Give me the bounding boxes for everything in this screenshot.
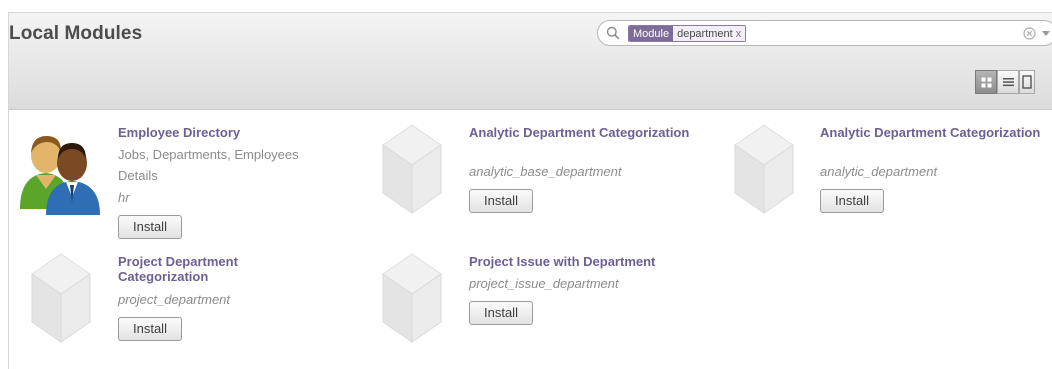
module-name[interactable]: Project Department Categorization bbox=[118, 254, 318, 284]
facet-value-wrap: department x bbox=[673, 26, 746, 41]
facet-value: department bbox=[677, 28, 733, 40]
control-panel: Local Modules Module department x bbox=[9, 13, 1052, 110]
kanban-icon bbox=[981, 77, 991, 87]
facet-remove-button[interactable]: x bbox=[736, 28, 742, 40]
install-button[interactable]: Install bbox=[469, 301, 533, 325]
module-name[interactable]: Analytic Department Categorization bbox=[469, 125, 699, 140]
search-box[interactable]: Module department x bbox=[597, 20, 1052, 46]
search-facet[interactable]: Module department x bbox=[628, 25, 747, 42]
clear-search-icon[interactable] bbox=[1023, 27, 1036, 40]
search-icon bbox=[606, 26, 620, 40]
form-icon bbox=[1022, 75, 1032, 89]
page-title: Local Modules bbox=[9, 23, 143, 44]
module-name[interactable]: Employee Directory bbox=[118, 125, 348, 140]
facet-category: Module bbox=[629, 26, 674, 41]
module-technical-name: project_department bbox=[118, 292, 231, 307]
module-technical-name: hr bbox=[118, 190, 130, 205]
search-dropdown-icon[interactable] bbox=[1042, 31, 1050, 36]
module-technical-name: analytic_base_department bbox=[469, 164, 622, 179]
install-button[interactable]: Install bbox=[118, 215, 182, 239]
employees-icon bbox=[20, 135, 100, 215]
module-name[interactable]: Project Issue with Department bbox=[469, 254, 699, 269]
module-technical-name: analytic_department bbox=[820, 164, 938, 179]
window: Local Modules Module department x Employ… bbox=[0, 0, 1052, 369]
list-view-button[interactable] bbox=[997, 70, 1019, 94]
kanban-view-button[interactable] bbox=[975, 70, 997, 94]
module-name[interactable]: Analytic Department Categorization bbox=[820, 125, 1050, 140]
module-summary: Jobs, Departments, Employees Details bbox=[118, 147, 299, 183]
module-cube-icon bbox=[31, 253, 91, 343]
install-button[interactable]: Install bbox=[469, 189, 533, 213]
list-icon bbox=[1002, 78, 1014, 87]
form-view-button[interactable] bbox=[1019, 70, 1035, 94]
module-cube-icon bbox=[734, 124, 794, 214]
view-switcher bbox=[975, 70, 1035, 96]
module-cube-icon bbox=[382, 124, 442, 214]
install-button[interactable]: Install bbox=[118, 317, 182, 341]
module-cube-icon bbox=[382, 253, 442, 343]
install-button[interactable]: Install bbox=[820, 189, 884, 213]
module-technical-name: project_issue_department bbox=[469, 276, 619, 291]
